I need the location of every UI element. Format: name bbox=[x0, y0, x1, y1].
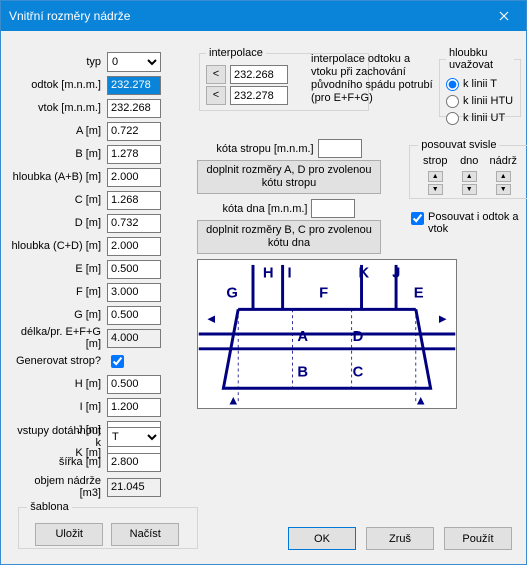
cancel-button[interactable]: Zruš bbox=[366, 527, 434, 550]
interpolation-legend: interpolace bbox=[206, 47, 266, 59]
svg-text:H: H bbox=[263, 266, 274, 282]
svg-text:E: E bbox=[414, 285, 424, 301]
CD-input[interactable] bbox=[107, 237, 161, 256]
A-label: A [m] bbox=[11, 125, 107, 137]
ok-button[interactable]: OK bbox=[288, 527, 356, 550]
F-label: F [m] bbox=[11, 286, 107, 298]
shift-also-checkbox[interactable]: Posouvat i odtok a vtok bbox=[411, 211, 519, 235]
shift-group: posouvat svisle strop ▲▼ dno ▲▼ nádrž ▲▼ bbox=[409, 139, 527, 199]
template-group: šablona Uložit Načíst bbox=[18, 501, 198, 549]
close-button[interactable] bbox=[481, 1, 526, 31]
close-icon bbox=[499, 11, 509, 21]
sirka-label: šířka [m] bbox=[11, 456, 107, 468]
D-label: D [m] bbox=[11, 217, 107, 229]
svg-text:A: A bbox=[297, 329, 308, 345]
dialog-window: Vnitřní rozměry nádrže typ 0 odtok [m.n.… bbox=[0, 0, 527, 565]
kota-dna-block: kóta dna [m.n.m.] doplnit rozměry B, C p… bbox=[197, 199, 381, 254]
svg-text:I: I bbox=[288, 266, 292, 282]
AB-label: hloubka (A+B) [m] bbox=[11, 171, 107, 183]
svg-text:C: C bbox=[353, 364, 364, 380]
H-input[interactable] bbox=[107, 375, 161, 394]
interp-lt2-button[interactable]: < bbox=[206, 86, 226, 105]
interp-v1-input[interactable] bbox=[230, 65, 288, 84]
svg-text:J: J bbox=[392, 266, 400, 282]
G-label: G [m] bbox=[11, 309, 107, 321]
shift-nadrz-spinner[interactable]: ▲▼ bbox=[496, 171, 511, 195]
shift-legend: posouvat svisle bbox=[418, 139, 499, 151]
AB-input[interactable] bbox=[107, 168, 161, 187]
D-input[interactable] bbox=[107, 214, 161, 233]
B-label: B [m] bbox=[11, 148, 107, 160]
EFG-input[interactable] bbox=[107, 329, 161, 348]
sirka-input[interactable] bbox=[107, 453, 161, 472]
chevron-down-icon: ▼ bbox=[496, 184, 511, 195]
E-input[interactable] bbox=[107, 260, 161, 279]
C-input[interactable] bbox=[107, 191, 161, 210]
shift-strop-label: strop bbox=[423, 155, 447, 169]
depth-opt1[interactable]: k linii T bbox=[446, 76, 514, 92]
F-input[interactable] bbox=[107, 283, 161, 302]
H-label: H [m] bbox=[11, 378, 107, 390]
vtok-label: vtok [m.n.m.] bbox=[11, 102, 107, 114]
EFG-label: délka/pr. E+F+G [m] bbox=[11, 326, 107, 350]
vstupy-label: vstupy dotáhnout k bbox=[11, 425, 107, 449]
typ-select[interactable]: 0 bbox=[107, 52, 161, 72]
fill-BC-button[interactable]: doplnit rozměry B, C pro zvolenou kótu d… bbox=[197, 220, 381, 254]
kota-dna-input[interactable] bbox=[311, 199, 355, 218]
svg-text:G: G bbox=[226, 285, 238, 301]
depth-opt2[interactable]: k linii HTU bbox=[446, 93, 514, 109]
A-input[interactable] bbox=[107, 122, 161, 141]
depth-opt3[interactable]: k linii UT bbox=[446, 110, 514, 126]
shift-strop-spinner[interactable]: ▲▼ bbox=[428, 171, 443, 195]
svg-text:B: B bbox=[297, 364, 308, 380]
interp-v2-input[interactable] bbox=[230, 86, 288, 105]
template-legend: šablona bbox=[27, 501, 72, 513]
I-input[interactable] bbox=[107, 398, 161, 417]
vtok-input[interactable] bbox=[107, 99, 161, 118]
chevron-up-icon: ▲ bbox=[462, 171, 477, 182]
left-column: typ 0 odtok [m.n.m.] vtok [m.n.m.] A [m]… bbox=[11, 51, 183, 465]
objem-label: objem nádrže [m3] bbox=[11, 475, 107, 499]
objem-output bbox=[107, 478, 161, 497]
kota-dna-label: kóta dna [m.n.m.] bbox=[223, 203, 308, 215]
gen-label: Generovat strop? bbox=[11, 355, 107, 367]
svg-text:D: D bbox=[353, 329, 364, 345]
chevron-down-icon: ▼ bbox=[428, 184, 443, 195]
main-buttons: OK Zruš Použít bbox=[288, 527, 512, 550]
interp-lt1-button[interactable]: < bbox=[206, 65, 226, 84]
diagram: H I K J G F E A D B C bbox=[197, 259, 457, 409]
fill-AD-button[interactable]: doplnit rozměry A, D pro zvolenou kótu s… bbox=[197, 160, 381, 194]
odtok-label: odtok [m.n.m.] bbox=[11, 79, 107, 91]
E-label: E [m] bbox=[11, 263, 107, 275]
typ-label: typ bbox=[11, 56, 107, 68]
save-template-button[interactable]: Uložit bbox=[35, 523, 103, 546]
kota-stropu-block: kóta stropu [m.n.m.] doplnit rozměry A, … bbox=[197, 139, 381, 194]
svg-text:F: F bbox=[319, 285, 328, 301]
titlebar: Vnitřní rozměry nádrže bbox=[1, 1, 526, 31]
load-template-button[interactable]: Načíst bbox=[111, 523, 179, 546]
interpolation-description: interpolace odtoku a vtoku při zachování… bbox=[311, 53, 435, 105]
odtok-input[interactable] bbox=[107, 76, 161, 95]
shift-dno-spinner[interactable]: ▲▼ bbox=[462, 171, 477, 195]
shift-nadrz-label: nádrž bbox=[489, 155, 517, 169]
apply-button[interactable]: Použít bbox=[444, 527, 512, 550]
chevron-up-icon: ▲ bbox=[428, 171, 443, 182]
depth-legend: hloubku uvažovat bbox=[446, 47, 514, 71]
kota-stropu-input[interactable] bbox=[318, 139, 362, 158]
B-input[interactable] bbox=[107, 145, 161, 164]
C-label: C [m] bbox=[11, 194, 107, 206]
depth-group: hloubku uvažovat k linii T k linii HTU k… bbox=[439, 47, 521, 117]
G-input[interactable] bbox=[107, 306, 161, 325]
kota-stropu-label: kóta stropu [m.n.m.] bbox=[216, 143, 313, 155]
shift-dno-label: dno bbox=[460, 155, 478, 169]
window-title: Vnitřní rozměry nádrže bbox=[9, 9, 130, 23]
CD-label: hloubka (C+D) [m] bbox=[11, 240, 107, 252]
generate-roof-checkbox[interactable] bbox=[111, 355, 124, 368]
I-label: I [m] bbox=[11, 401, 107, 413]
chevron-down-icon: ▼ bbox=[462, 184, 477, 195]
chevron-up-icon: ▲ bbox=[496, 171, 511, 182]
svg-text:K: K bbox=[359, 266, 370, 282]
vstupy-select[interactable]: T bbox=[107, 427, 161, 447]
